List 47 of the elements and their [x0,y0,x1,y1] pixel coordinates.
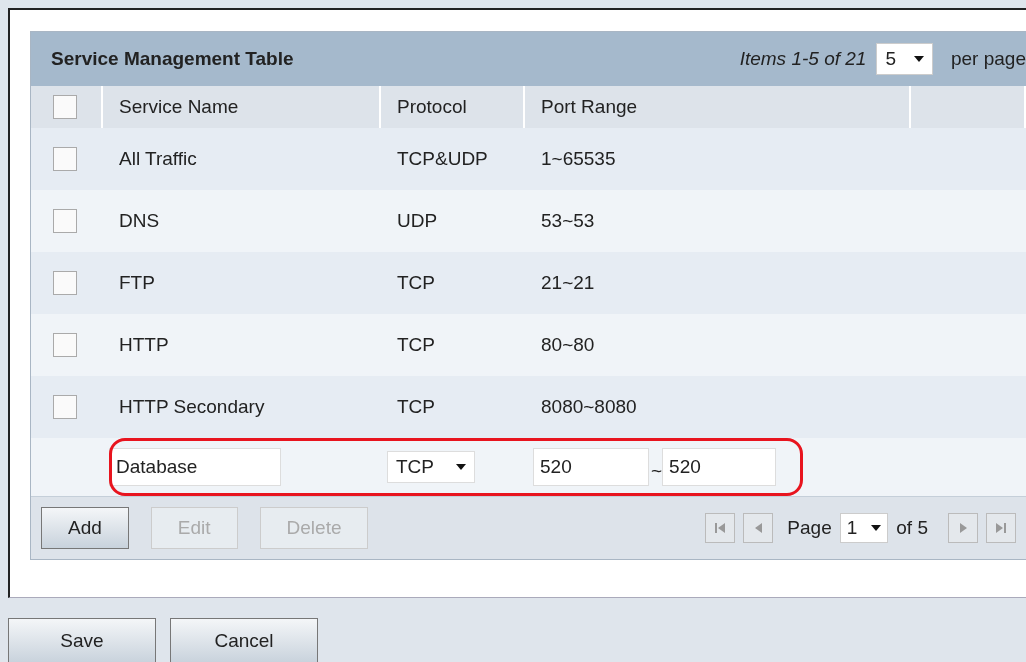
table-cell: DNS [119,210,160,232]
select-all-checkbox[interactable] [53,95,77,119]
per-page-dropdown[interactable]: 5 [876,43,933,75]
first-page-icon [715,523,726,533]
page-nav-button[interactable] [705,513,736,543]
table-cell: TCP [397,396,435,418]
table-cell: 8080~8080 [541,396,637,418]
caret-icon [456,464,466,470]
page-dropdown[interactable]: 1 [839,513,889,543]
per-page-label: per page [951,48,1026,70]
row-checkbox[interactable] [53,209,77,233]
service-name-field[interactable]: Database [109,448,281,486]
table-cell: 1~65535 [541,148,616,170]
table-cell: TCP [397,272,435,294]
port-start-field[interactable]: 520 [533,448,649,486]
table-cell: All Traffic [119,148,197,170]
items-count: Items 1-5 of 21 [739,48,867,70]
table-title: Service Management Table [51,48,295,70]
form-button[interactable]: Cancel [170,618,318,662]
table-cell: HTTP Secondary [119,396,265,418]
range-separator: ~ [650,459,663,482]
port-end-field[interactable]: 520 [662,448,777,486]
page-nav-button[interactable] [948,513,978,543]
page-nav-button[interactable] [986,513,1016,543]
page-label: Page [787,517,832,539]
table-cell: HTTP [119,334,169,356]
last-page-icon [996,523,1006,533]
caret-icon [871,525,882,531]
action-button[interactable]: Add [41,507,129,549]
next-page-icon [959,523,967,533]
table-cell: TCP [397,334,435,356]
protocol-dropdown[interactable]: TCP [387,451,475,483]
table-cell: 80~80 [541,334,595,356]
table-cell: TCP&UDP [397,148,488,170]
form-button[interactable]: Save [8,618,156,662]
previous-page-icon [754,523,762,533]
table-cell: FTP [119,272,155,294]
page-count: of 5 [896,517,928,539]
row-checkbox[interactable] [53,395,77,419]
row-checkbox[interactable] [53,333,77,357]
table-cell: 21~21 [541,272,595,294]
table-cell: 53~53 [541,210,595,232]
row-checkbox[interactable] [53,147,77,171]
page-nav-button[interactable] [743,513,774,543]
table-cell: UDP [397,210,438,232]
caret-icon [914,56,924,62]
row-checkbox[interactable] [53,271,77,295]
